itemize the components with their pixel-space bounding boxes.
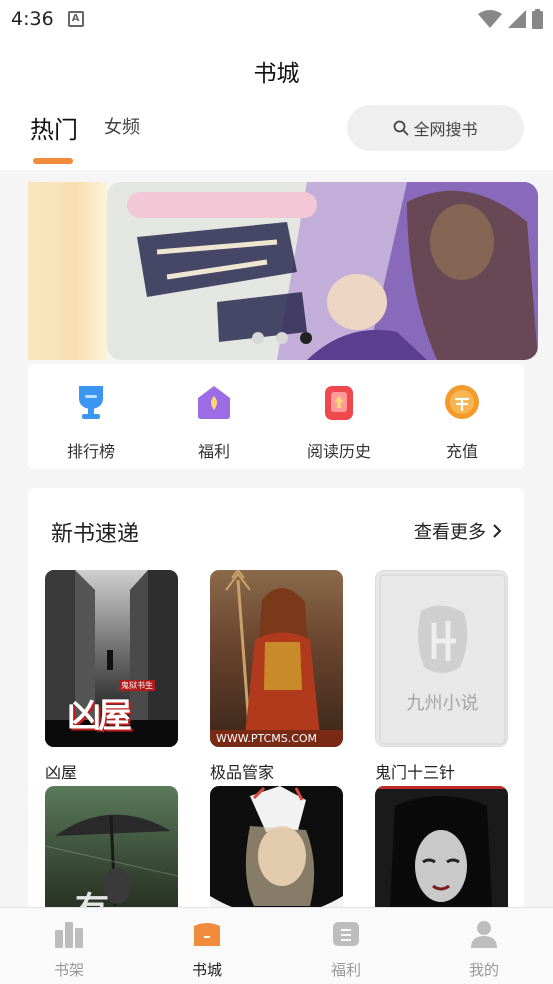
wifi-icon [478,10,502,28]
header: 书城 热门 女频 全网搜书 [0,38,553,170]
nav-bookshelf[interactable]: 书架 [34,920,104,980]
bookstore-icon [194,923,220,946]
pagination-dot-active [300,332,312,344]
recharge-label: 充值 [445,442,478,461]
cover-title: 凶屋 [67,696,132,736]
gift-house-icon [198,386,230,419]
cellular-signal-icon [508,10,526,28]
pagination-dot [252,332,264,344]
book-card[interactable]: WWW.PTCMS.COM 极品管家 [210,570,343,783]
status-time: 4:36 [11,8,54,30]
battery-icon [532,9,543,29]
nav-label: 福利 [330,961,361,979]
banner-artwork [107,182,538,360]
search-button[interactable]: 全网搜书 [347,105,524,151]
quick-menu: 排行榜 福利 阅读历史 充值 [28,364,524,469]
recharge-button[interactable]: 充值 [407,382,517,462]
book-card[interactable]: 凶屋 鬼狱书生 凶屋 [45,570,178,783]
chevron-right-icon [493,524,502,538]
nav-profile[interactable]: 我的 [449,920,519,980]
search-icon [394,120,409,136]
history-icon [325,386,353,420]
cover-watermark: WWW.PTCMS.COM [216,732,318,745]
view-more-label: 查看更多 [414,522,486,543]
placeholder-logo-icon [379,574,506,745]
nav-welfare[interactable]: 福利 [311,920,381,980]
bottom-nav: 书架 书城 福利 我的 [0,907,553,984]
welfare-button[interactable]: 福利 [159,382,269,462]
profile-icon [471,921,497,948]
bookshelf-icon [55,922,83,948]
welfare-label: 福利 [197,442,230,461]
tab-hot[interactable]: 热门 [30,110,78,145]
nav-label: 书城 [191,961,222,979]
status-bar: 4:36 A [0,0,553,38]
book-card[interactable] [210,786,343,908]
welfare-icon [333,922,359,946]
ranking-label: 排行榜 [66,442,115,461]
cover-author: 鬼狱书生 [119,680,155,691]
coin-icon [445,385,479,419]
section-title: 新书速递 [51,522,140,547]
cover-artwork [210,570,343,747]
trophy-icon [79,386,103,419]
banner-prev-image [28,182,108,360]
nav-label: 书架 [53,961,84,979]
book-cover[interactable]: 凶屋 鬼狱书生 [45,570,178,747]
nav-label: 我的 [468,961,499,979]
page-title: 书城 [253,61,300,87]
ranking-button[interactable]: 排行榜 [36,382,146,462]
search-label: 全网搜书 [413,120,478,139]
book-title[interactable]: 极品管家 [210,759,343,783]
tab-female[interactable]: 女频 [104,113,140,139]
tab-indicator [33,158,73,164]
notification-icon: A [67,11,84,27]
book-card[interactable]: 九州小说 鬼门十三针 [375,570,508,783]
view-more-link[interactable]: 查看更多 [414,518,502,544]
nav-bookstore[interactable]: 书城 [172,920,242,980]
book-cover[interactable] [210,786,343,908]
book-cover[interactable]: 有 [45,786,178,908]
banner-pagination [252,332,312,344]
reading-history-button[interactable]: 阅读历史 [284,382,394,462]
book-cover[interactable] [375,786,508,908]
book-title[interactable]: 凶屋 [45,759,178,783]
cover-artwork [210,786,343,908]
book-card[interactable]: 有 [45,786,178,908]
book-title[interactable]: 鬼门十三针 [375,759,508,783]
book-cover[interactable]: 九州小说 [375,570,508,747]
cover-artwork [45,814,178,907]
banner-image[interactable] [107,182,538,360]
new-books-section: 新书速递 查看更多 凶屋 鬼狱书生 凶屋 WWW.PTCMS.COM 极品管家 … [28,488,524,908]
book-cover[interactable]: WWW.PTCMS.COM [210,570,343,747]
reading-history-label: 阅读历史 [306,442,371,461]
cover-title: 有 [75,882,109,908]
book-card[interactable] [375,786,508,908]
cover-publisher: 九州小说 [406,693,479,714]
pagination-dot [276,332,288,344]
cover-artwork [375,786,508,908]
status-icons [478,9,543,29]
